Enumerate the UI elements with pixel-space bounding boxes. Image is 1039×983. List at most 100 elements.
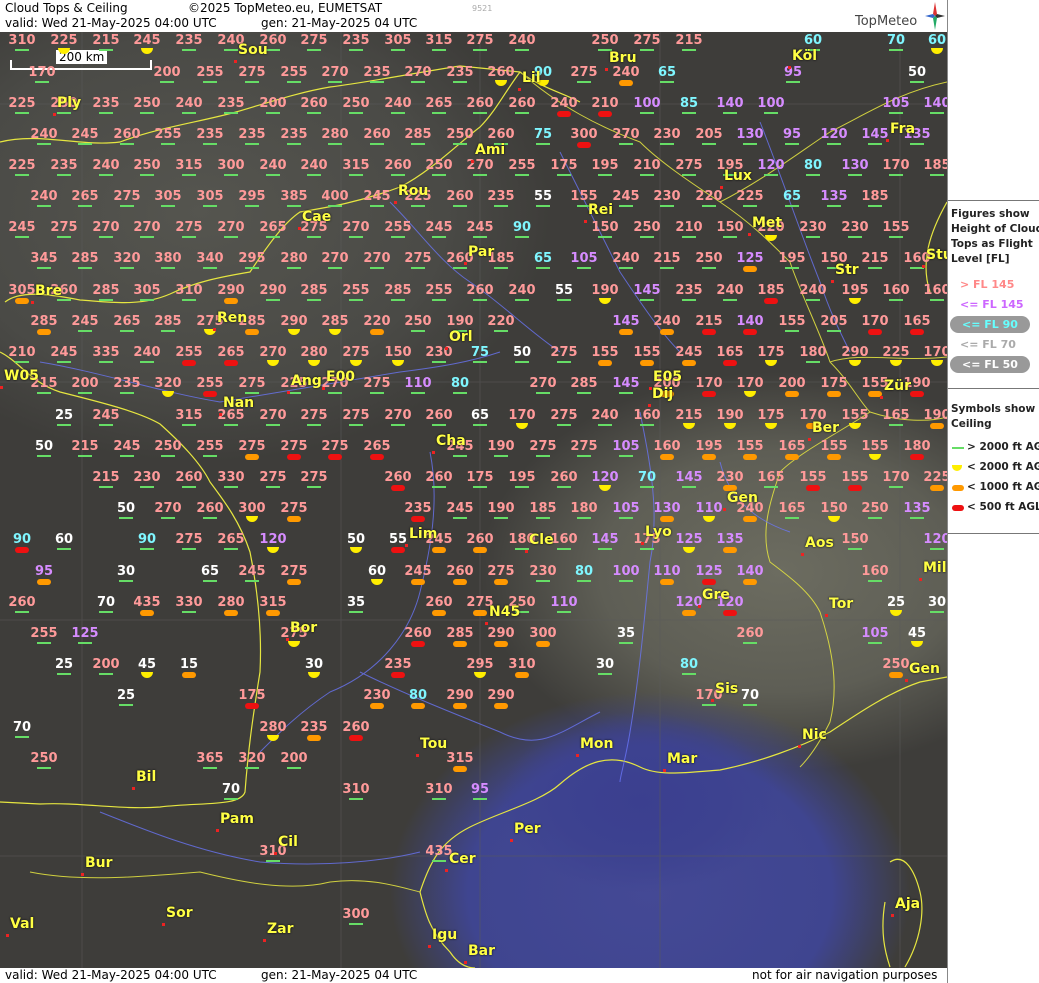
- ceiling-high-marker: [119, 517, 133, 519]
- cloud-top-value: 275: [363, 376, 391, 391]
- cloud-top-value: 245: [92, 408, 120, 423]
- cloud-top-value: 280: [217, 595, 245, 610]
- ceiling-high-marker: [15, 174, 29, 176]
- ceiling-high-marker: [140, 236, 154, 238]
- cloud-top-value: 245: [71, 127, 99, 142]
- ceiling-below-1000-marker: [660, 579, 674, 585]
- ceiling-high-marker: [743, 704, 757, 706]
- city-label: Mar: [667, 751, 698, 767]
- city-marker: [445, 347, 448, 350]
- ceiling-high-marker: [453, 455, 467, 457]
- city-marker: [891, 914, 894, 917]
- cloud-top-value: 235: [50, 158, 78, 173]
- city-label: Cil: [278, 834, 298, 850]
- ceiling-high-marker: [245, 767, 259, 769]
- cloud-top-value: 435: [133, 595, 161, 610]
- cloud-top-value: 250: [695, 251, 723, 266]
- cloud-top-value: 120: [591, 470, 619, 485]
- city-label: Lux: [724, 168, 752, 184]
- city-label: Rou: [398, 183, 429, 199]
- cloud-top-value: 270: [384, 408, 412, 423]
- ceiling-high-marker: [660, 267, 674, 269]
- ceiling-below-1000-marker: [743, 516, 757, 522]
- ceiling-high-marker: [161, 517, 175, 519]
- cloud-top-value: 105: [570, 251, 598, 266]
- cloud-top-value: 380: [154, 251, 182, 266]
- ceiling-high-marker: [411, 392, 425, 394]
- cloud-top-value: 140: [736, 314, 764, 329]
- city-marker: [919, 578, 922, 581]
- city-marker: [576, 754, 579, 757]
- cloud-top-value: 45: [137, 657, 157, 672]
- cloud-top-value: 210: [633, 158, 661, 173]
- ceiling-below-1000-marker: [245, 454, 259, 460]
- city-marker: [219, 413, 222, 416]
- cloud-top-value: 25: [886, 595, 906, 610]
- city-marker: [720, 186, 723, 189]
- ceiling-high-marker: [328, 392, 342, 394]
- cloud-top-value: 250: [133, 96, 161, 111]
- cloud-top-value: 245: [113, 439, 141, 454]
- cloud-top-value: 215: [92, 470, 120, 485]
- ceiling-high-marker: [640, 49, 654, 51]
- cloud-top-value: 135: [820, 189, 848, 204]
- ceiling-below-500-marker: [182, 360, 196, 366]
- ceiling-high-marker: [702, 267, 716, 269]
- ceiling-high-marker: [682, 486, 696, 488]
- cloud-top-value: 280: [321, 127, 349, 142]
- cloud-top-value: 175: [820, 376, 848, 391]
- cloud-top-value: 290: [280, 314, 308, 329]
- cloud-top-value: 290: [841, 345, 869, 360]
- cloud-top-value: 235: [300, 720, 328, 735]
- ceiling-below-500-marker: [328, 454, 342, 460]
- ceiling-high-marker: [349, 49, 363, 51]
- cloud-top-value: 65: [470, 408, 490, 423]
- ceiling-high-marker: [473, 299, 487, 301]
- city-label: Gre: [702, 587, 730, 603]
- cloud-top-value: 400: [321, 189, 349, 204]
- cloud-top-value: 300: [570, 127, 598, 142]
- cloud-top-value: 255: [196, 65, 224, 80]
- city-marker: [464, 961, 467, 964]
- city-label: W05: [4, 368, 39, 384]
- ceiling-high-marker: [494, 517, 508, 519]
- cloud-tops-map[interactable]: 200 km 310 225 215 245 235 240 260 275 235 305 315…: [0, 32, 947, 968]
- city-label: Mon: [580, 736, 614, 752]
- ceiling-high-marker: [432, 236, 446, 238]
- ceiling-high-marker: [889, 236, 903, 238]
- ceiling-high-marker: [307, 49, 321, 51]
- city-label: Ber: [812, 420, 840, 436]
- city-marker: [432, 451, 435, 454]
- cloud-top-value: 235: [217, 96, 245, 111]
- ceiling-high-marker: [411, 205, 425, 207]
- cloud-top-value: 245: [466, 220, 494, 235]
- ceiling-high-marker: [120, 392, 134, 394]
- ceiling-high-marker: [682, 299, 696, 301]
- cloud-top-value: 300: [217, 158, 245, 173]
- ceiling-high-marker: [37, 767, 51, 769]
- ceiling-high-marker: [598, 424, 612, 426]
- cloud-top-value: 105: [882, 96, 910, 111]
- cloud-top-value: 65: [657, 65, 677, 80]
- ceiling-high-marker: [120, 330, 134, 332]
- cloud-top-value: 125: [675, 532, 703, 547]
- ceiling-below-1000-marker: [785, 391, 799, 397]
- cloud-top-value: 245: [238, 564, 266, 579]
- city-label: Ren: [217, 310, 248, 326]
- ceiling-high-marker: [432, 424, 446, 426]
- ceiling-high-marker: [640, 486, 654, 488]
- ceiling-below-500-marker: [224, 360, 238, 366]
- ceiling-high-marker: [182, 49, 196, 51]
- ceiling-high-marker: [764, 486, 778, 488]
- city-marker: [394, 201, 397, 204]
- ceiling-high-marker: [370, 205, 384, 207]
- ceiling-high-marker: [266, 174, 280, 176]
- ceiling-high-marker: [640, 424, 654, 426]
- cloud-top-value: 250: [30, 751, 58, 766]
- symbols-title-1: Symbols show: [951, 403, 1036, 415]
- cloud-top-value: 315: [446, 751, 474, 766]
- city-marker: [53, 113, 56, 116]
- cloud-top-value: 285: [154, 314, 182, 329]
- cloud-top-value: 225: [736, 189, 764, 204]
- ceiling-below-1000-marker: [598, 360, 612, 366]
